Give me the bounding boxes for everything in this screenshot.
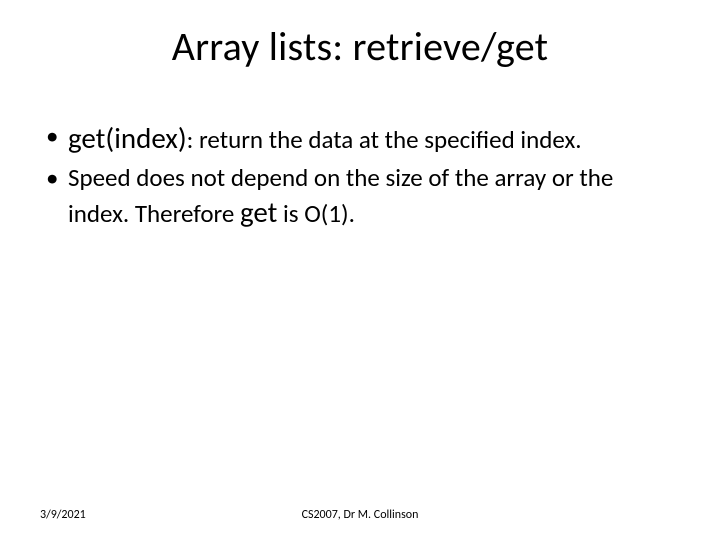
bullet-list: get(index): return the data at the speci…	[40, 120, 665, 230]
bullet-item: Speed does not depend on the size of the…	[40, 162, 665, 230]
slide: Array lists: retrieve/get get(index): re…	[0, 0, 720, 540]
slide-body: get(index): return the data at the speci…	[40, 120, 665, 236]
slide-title: Array lists: retrieve/get	[0, 22, 720, 71]
bullet-text: is O(1).	[277, 198, 355, 229]
footer-course: CS2007, Dr M. Collinson	[0, 508, 720, 522]
bullet-item: get(index): return the data at the speci…	[40, 120, 665, 156]
code-term: get	[240, 194, 277, 230]
code-term: get(index)	[68, 120, 187, 156]
bullet-text: : return the data at the specified index…	[187, 124, 582, 155]
